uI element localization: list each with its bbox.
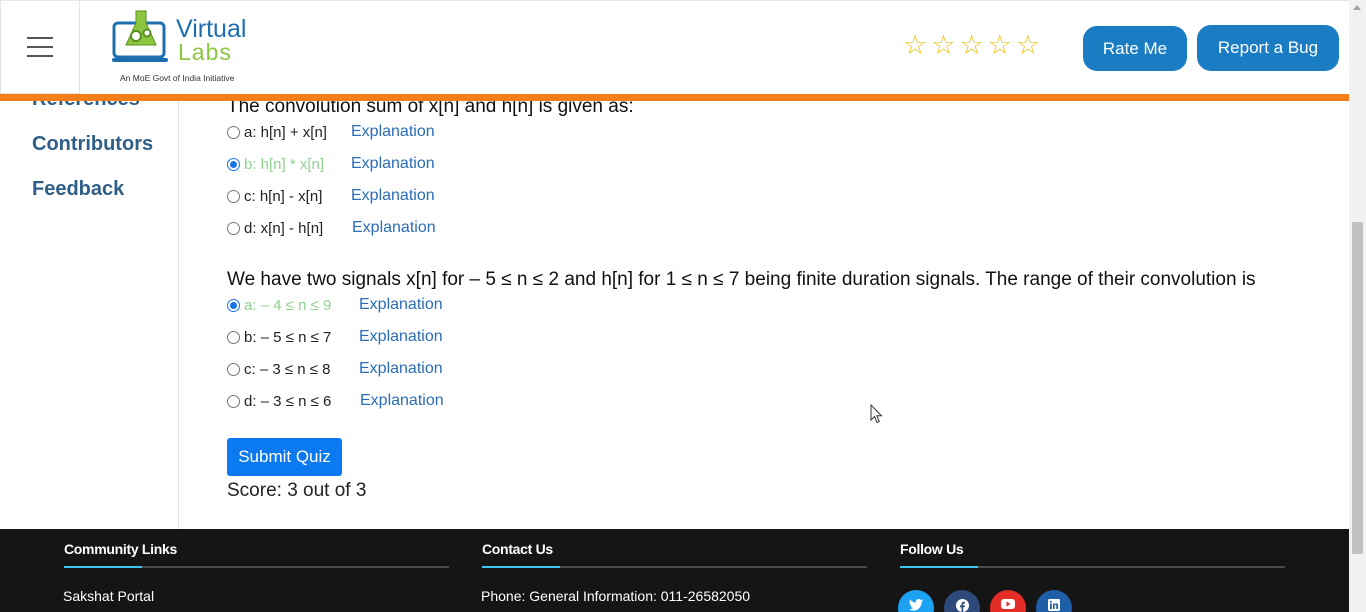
logo-subtitle: Labs bbox=[178, 39, 232, 65]
rating-stars[interactable]: ☆ ☆ ☆ ☆ ☆ bbox=[903, 32, 1040, 59]
star-icon[interactable]: ☆ bbox=[1016, 32, 1040, 59]
explanation-link[interactable]: Explanation bbox=[352, 219, 436, 237]
header-accent-bar bbox=[0, 94, 1349, 101]
flask-gear-icon bbox=[112, 10, 168, 62]
footer-divider bbox=[482, 566, 867, 568]
radio-button-selected[interactable] bbox=[227, 298, 240, 312]
option-label: b: – 5 ≤ n ≤ 7 bbox=[244, 328, 332, 346]
option-label: d: – 3 ≤ n ≤ 6 bbox=[244, 392, 332, 410]
mouse-cursor-icon bbox=[870, 404, 883, 424]
footer-link-sakshat[interactable]: Sakshat Portal bbox=[63, 588, 154, 604]
question-1-option-c[interactable]: c: h[n] - x[n] Explanation bbox=[226, 186, 435, 206]
footer-community-column: Community Links bbox=[64, 541, 449, 568]
footer-contact-column: Contact Us bbox=[482, 541, 867, 568]
question-2-option-c[interactable]: c: – 3 ≤ n ≤ 8 Explanation bbox=[226, 359, 443, 379]
explanation-link[interactable]: Explanation bbox=[359, 360, 443, 378]
explanation-link[interactable]: Explanation bbox=[360, 392, 444, 410]
facebook-icon[interactable] bbox=[944, 590, 980, 612]
youtube-icon[interactable] bbox=[990, 590, 1026, 612]
question-1-option-d[interactable]: d: x[n] - h[n] Explanation bbox=[226, 218, 436, 238]
logo-tagline: An MoE Govt of India Initiative bbox=[120, 73, 235, 83]
option-label: d: x[n] - h[n] bbox=[244, 219, 324, 237]
question-1-option-b[interactable]: b: h[n] * x[n] Explanation bbox=[226, 154, 435, 174]
explanation-link[interactable]: Explanation bbox=[359, 296, 443, 314]
question-1-option-a[interactable]: a: h[n] + x[n] Explanation bbox=[226, 122, 435, 142]
question-2-text: We have two signals x[n] for – 5 ≤ n ≤ 2… bbox=[227, 269, 1256, 290]
sidebar-item-contributors[interactable]: Contributors bbox=[32, 133, 153, 156]
footer-phone-text: Phone: General Information: 011-26582050 bbox=[481, 588, 751, 604]
explanation-link[interactable]: Explanation bbox=[351, 123, 435, 141]
submit-quiz-button[interactable]: Submit Quiz bbox=[227, 438, 342, 476]
hamburger-menu-icon[interactable] bbox=[0, 1, 80, 94]
site-footer: Community Links Sakshat Portal Contact U… bbox=[0, 529, 1349, 612]
question-2-option-d[interactable]: d: – 3 ≤ n ≤ 6 Explanation bbox=[226, 391, 444, 411]
rate-me-button[interactable]: Rate Me bbox=[1083, 26, 1187, 71]
radio-button[interactable] bbox=[227, 189, 240, 203]
explanation-link[interactable]: Explanation bbox=[351, 187, 435, 205]
footer-heading: Community Links bbox=[64, 541, 177, 557]
footer-follow-column: Follow Us bbox=[900, 541, 1285, 568]
score-text: Score: 3 out of 3 bbox=[227, 480, 367, 501]
scroll-up-arrow-icon[interactable] bbox=[1353, 5, 1361, 10]
social-icons bbox=[898, 590, 1072, 612]
radio-button-selected[interactable] bbox=[227, 157, 240, 171]
explanation-link[interactable]: Explanation bbox=[351, 155, 435, 173]
star-icon[interactable]: ☆ bbox=[931, 32, 955, 59]
star-icon[interactable]: ☆ bbox=[903, 32, 927, 59]
star-icon[interactable]: ☆ bbox=[959, 32, 983, 59]
sidebar-item-feedback[interactable]: Feedback bbox=[32, 178, 124, 201]
footer-heading: Contact Us bbox=[482, 541, 553, 557]
linkedin-icon[interactable] bbox=[1036, 590, 1072, 612]
question-2-option-b[interactable]: b: – 5 ≤ n ≤ 7 Explanation bbox=[226, 327, 443, 347]
option-label-correct: a: – 4 ≤ n ≤ 9 bbox=[244, 296, 332, 314]
question-2-option-a[interactable]: a: – 4 ≤ n ≤ 9 Explanation bbox=[226, 295, 443, 315]
radio-button[interactable] bbox=[227, 394, 240, 408]
star-icon[interactable]: ☆ bbox=[988, 32, 1012, 59]
explanation-link[interactable]: Explanation bbox=[359, 328, 443, 346]
footer-heading: Follow Us bbox=[900, 541, 964, 557]
vertical-scrollbar[interactable] bbox=[1349, 0, 1366, 612]
radio-button[interactable] bbox=[227, 330, 240, 344]
option-label-correct: b: h[n] * x[n] bbox=[244, 155, 325, 173]
radio-button[interactable] bbox=[227, 125, 240, 139]
footer-divider bbox=[900, 566, 1285, 568]
option-label: c: – 3 ≤ n ≤ 8 bbox=[244, 360, 331, 378]
scrollbar-thumb[interactable] bbox=[1352, 222, 1363, 554]
report-bug-button[interactable]: Report a Bug bbox=[1197, 25, 1339, 71]
radio-button[interactable] bbox=[227, 362, 240, 376]
option-label: a: h[n] + x[n] bbox=[244, 123, 327, 141]
twitter-icon[interactable] bbox=[898, 590, 934, 612]
option-label: c: h[n] - x[n] bbox=[244, 187, 323, 205]
virtual-labs-logo[interactable]: Virtual Labs An MoE Govt of India Initia… bbox=[112, 9, 252, 85]
site-header: Virtual Labs An MoE Govt of India Initia… bbox=[0, 0, 1349, 94]
footer-divider bbox=[64, 566, 449, 568]
radio-button[interactable] bbox=[227, 221, 240, 235]
